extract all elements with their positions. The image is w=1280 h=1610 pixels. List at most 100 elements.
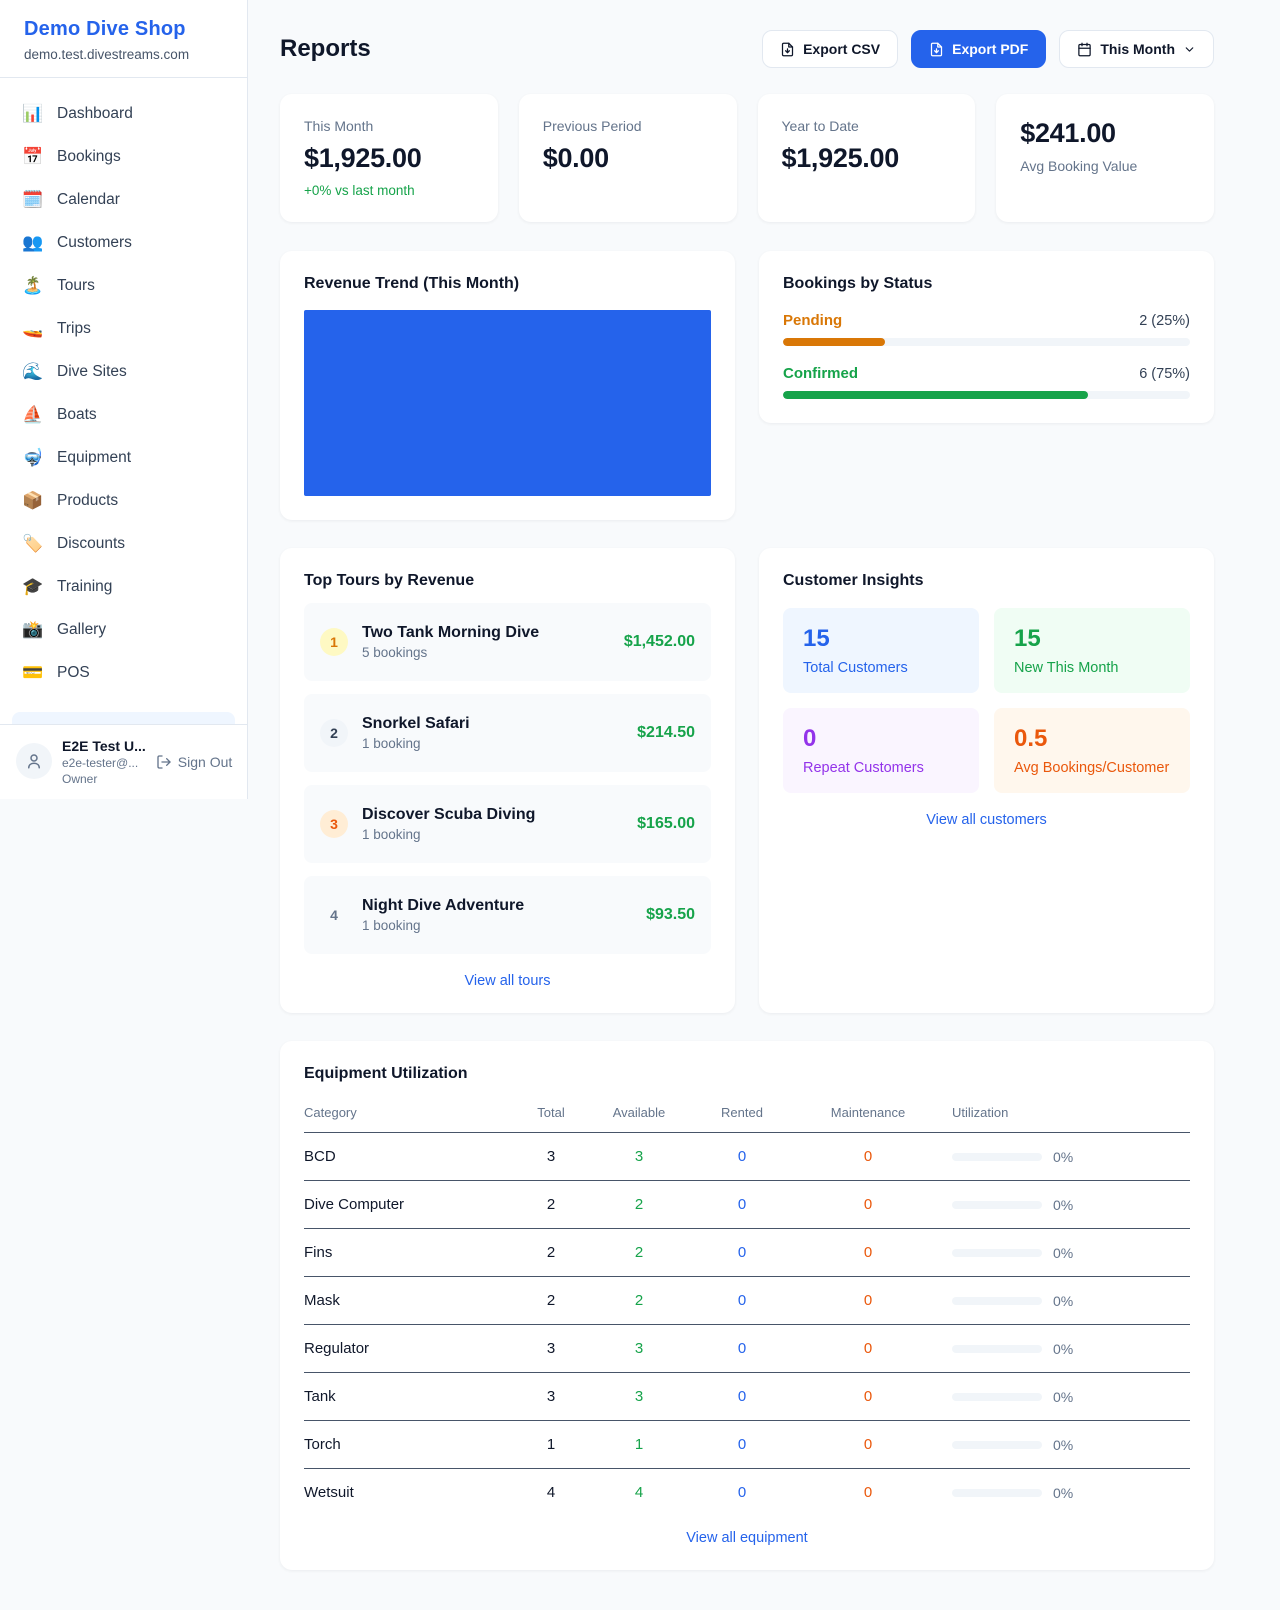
insight-tile-total-customers: 15 Total Customers xyxy=(783,608,979,693)
tour-rank-badge: 1 xyxy=(320,628,348,656)
sidebar-item-trips[interactable]: 🚤 Trips xyxy=(12,307,235,350)
sidebar-item-boats[interactable]: ⛵ Boats xyxy=(12,393,235,436)
tour-bookings: 1 booking xyxy=(362,736,470,751)
sidebar-user-footer: E2E Test U... e2e-tester@... Owner Sign … xyxy=(0,724,247,799)
status-bar-track xyxy=(783,338,1190,346)
equipment-rented: 0 xyxy=(670,1229,814,1277)
tour-bookings: 1 booking xyxy=(362,827,535,842)
equipment-row-wetsuit: Wetsuit 4 4 0 0 0% xyxy=(304,1469,1190,1517)
tour-name: Night Dive Adventure xyxy=(362,897,524,915)
tour-rank-badge: 4 xyxy=(320,901,348,929)
sidebar-item-dashboard[interactable]: 📊 Dashboard xyxy=(12,92,235,135)
sidebar-item-label: Boats xyxy=(57,406,97,424)
equipment-utilization-title: Equipment Utilization xyxy=(304,1065,1190,1083)
insight-value: 15 xyxy=(1014,625,1170,653)
col-rented: Rented xyxy=(670,1095,814,1133)
user-role: Owner xyxy=(62,772,146,786)
equipment-available: 3 xyxy=(608,1325,670,1373)
sidebar-item-label: Dashboard xyxy=(57,105,133,123)
equipment-category: Wetsuit xyxy=(304,1469,494,1517)
sidebar-item-products[interactable]: 📦 Products xyxy=(12,479,235,522)
equipment-category: Torch xyxy=(304,1421,494,1469)
period-select[interactable]: This Month xyxy=(1059,30,1214,68)
sign-out-button[interactable]: Sign Out xyxy=(156,754,232,770)
utilization-percent: 0% xyxy=(1053,1437,1073,1453)
sidebar-item-label: Training xyxy=(57,578,112,596)
tour-row-two-tank-morning-dive: 1 Two Tank Morning Dive 5 bookings $1,45… xyxy=(304,603,711,681)
nav-products-icon: 📦 xyxy=(22,491,42,511)
stat-label: Previous Period xyxy=(543,118,713,134)
sidebar-item-label: Products xyxy=(57,492,118,510)
insight-tile-avg-bookings-customer: 0.5 Avg Bookings/Customer xyxy=(994,708,1190,793)
sidebar-item-dive-sites[interactable]: 🌊 Dive Sites xyxy=(12,350,235,393)
revenue-trend-bar xyxy=(304,310,711,496)
equipment-utilization-cell: 0% xyxy=(922,1277,1190,1325)
sidebar-item-calendar[interactable]: 🗓️ Calendar xyxy=(12,178,235,221)
export-csv-button[interactable]: Export CSV xyxy=(762,30,898,68)
equipment-row-torch: Torch 1 1 0 0 0% xyxy=(304,1421,1190,1469)
export-pdf-button[interactable]: Export PDF xyxy=(911,30,1046,68)
col-available: Available xyxy=(608,1095,670,1133)
stat-value: $1,925.00 xyxy=(304,143,474,174)
insight-label: New This Month xyxy=(1014,660,1170,676)
equipment-utilization-cell: 0% xyxy=(922,1133,1190,1181)
equipment-rented: 0 xyxy=(670,1469,814,1517)
sidebar-item-discounts[interactable]: 🏷️ Discounts xyxy=(12,522,235,565)
utilization-percent: 0% xyxy=(1053,1389,1073,1405)
status-count: 2 (25%) xyxy=(1139,313,1190,329)
equipment-utilization-cell: 0% xyxy=(922,1469,1190,1517)
sidebar-item-pos[interactable]: 💳 POS xyxy=(12,651,235,694)
user-name: E2E Test U... xyxy=(62,738,146,754)
utilization-bar xyxy=(952,1393,1042,1401)
page-header: Reports Export CSV Export PDF This Month xyxy=(280,30,1214,68)
person-icon xyxy=(25,752,43,770)
insight-label: Total Customers xyxy=(803,660,959,676)
equipment-maintenance: 0 xyxy=(814,1133,922,1181)
tour-row-discover-scuba-diving: 3 Discover Scuba Diving 1 booking $165.0… xyxy=(304,785,711,863)
sidebar-item-reports-active-partial[interactable] xyxy=(12,712,235,724)
sidebar-item-gallery[interactable]: 📸 Gallery xyxy=(12,608,235,651)
col-maintenance: Maintenance xyxy=(814,1095,922,1133)
equipment-utilization-cell: 0% xyxy=(922,1421,1190,1469)
equipment-category: Mask xyxy=(304,1277,494,1325)
status-row-confirmed: Confirmed 6 (75%) xyxy=(783,365,1190,399)
equipment-total: 1 xyxy=(494,1421,608,1469)
sidebar-item-customers[interactable]: 👥 Customers xyxy=(12,221,235,264)
nav-discounts-icon: 🏷️ xyxy=(22,534,42,554)
sidebar-item-label: Trips xyxy=(57,320,91,338)
top-tours-card: Top Tours by Revenue 1 Two Tank Morning … xyxy=(280,548,735,1013)
stat-card-avg-booking-value: Avg Booking Value $241.00 xyxy=(996,94,1214,222)
nav-bookings-icon: 📅 xyxy=(22,147,42,167)
nav-trips-icon: 🚤 xyxy=(22,319,42,339)
equipment-rented: 0 xyxy=(670,1277,814,1325)
avatar xyxy=(16,743,52,779)
tour-name: Snorkel Safari xyxy=(362,715,470,733)
tour-amount: $1,452.00 xyxy=(624,633,695,651)
insight-tiles: 15 Total Customers 15 New This Month 0 R… xyxy=(783,608,1190,793)
equipment-category: Fins xyxy=(304,1229,494,1277)
col-total: Total xyxy=(494,1095,608,1133)
utilization-bar xyxy=(952,1489,1042,1497)
sidebar-item-label: Calendar xyxy=(57,191,120,209)
sidebar-item-training[interactable]: 🎓 Training xyxy=(12,565,235,608)
insight-tile-repeat-customers: 0 Repeat Customers xyxy=(783,708,979,793)
equipment-maintenance: 0 xyxy=(814,1421,922,1469)
sidebar-item-equipment[interactable]: 🤿 Equipment xyxy=(12,436,235,479)
view-all-tours-link[interactable]: View all tours xyxy=(304,973,711,989)
view-all-equipment-link[interactable]: View all equipment xyxy=(304,1530,1190,1546)
shop-domain: demo.test.divestreams.com xyxy=(24,47,223,62)
equipment-row-regulator: Regulator 3 3 0 0 0% xyxy=(304,1325,1190,1373)
tour-amount: $165.00 xyxy=(637,815,695,833)
equipment-total: 3 xyxy=(494,1373,608,1421)
sidebar-item-tours[interactable]: 🏝️ Tours xyxy=(12,264,235,307)
main-content: Reports Export CSV Export PDF This Month xyxy=(248,0,1280,1570)
utilization-bar xyxy=(952,1201,1042,1209)
tour-amount: $214.50 xyxy=(637,724,695,742)
sidebar-item-label: Dive Sites xyxy=(57,363,127,381)
stat-card-year-to-date: Year to Date $1,925.00 xyxy=(758,94,976,222)
nav-equipment-icon: 🤿 xyxy=(22,448,42,468)
view-all-customers-link[interactable]: View all customers xyxy=(783,812,1190,828)
utilization-bar xyxy=(952,1441,1042,1449)
sidebar-item-bookings[interactable]: 📅 Bookings xyxy=(12,135,235,178)
utilization-percent: 0% xyxy=(1053,1341,1073,1357)
